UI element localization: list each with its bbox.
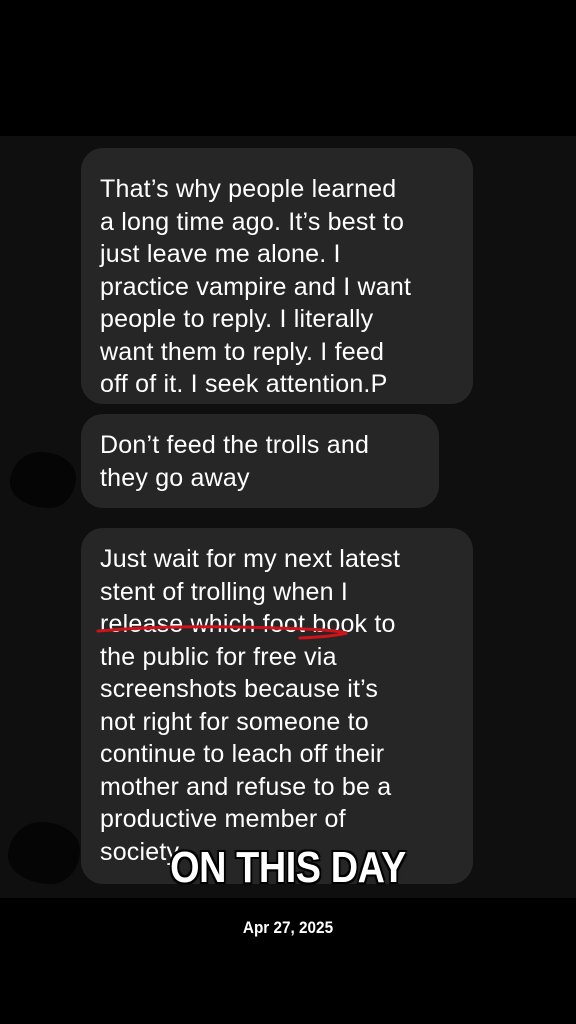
message-line: productive member of	[100, 805, 346, 833]
message-line: stent of trolling when I	[100, 577, 348, 606]
video-frame: That’s why people learned a long time ag…	[0, 0, 576, 1024]
message-line: people to reply. I literally	[100, 305, 374, 333]
red-underline-annotation	[96, 625, 348, 640]
message-bubble: That’s why people learned a long time ag…	[81, 148, 473, 404]
message-line: Don’t feed the trolls and	[100, 431, 370, 459]
message-line: not right for someone to	[100, 707, 369, 736]
message-line: just leave me alone. I	[100, 240, 341, 268]
message-bubble: Just wait for my next latest stent of tr…	[81, 528, 473, 884]
message-bubble: Don’t feed the trolls and they go away	[81, 414, 439, 508]
message-line: Just wait for my next latest	[100, 545, 401, 573]
chat-screenshot: That’s why people learned a long time ag…	[0, 136, 576, 898]
message-line: practice vampire and I want	[100, 272, 412, 301]
message-line: That’s why people learned	[100, 175, 397, 203]
message-line: screenshots because it’s	[100, 675, 379, 703]
on-this-day-title: ON THIS DAY	[170, 843, 406, 892]
memory-date: Apr 27, 2025	[242, 918, 334, 937]
message-line: a long time ago. It’s best to	[100, 207, 405, 236]
message-line: continue to leach off their	[100, 740, 385, 768]
message-line: off of it. I seek attention.P	[100, 370, 388, 398]
message-line: they go away	[100, 463, 250, 492]
redacted-avatar	[10, 452, 76, 508]
message-line: mother and refuse to be a	[100, 772, 392, 801]
message-line: want them to reply. I feed	[100, 337, 385, 366]
